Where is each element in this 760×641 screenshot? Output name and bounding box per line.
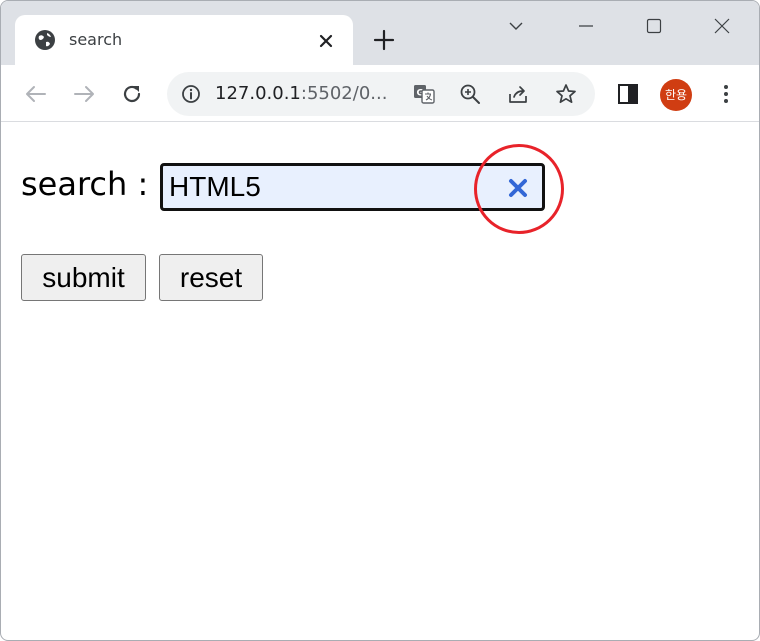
globe-icon (34, 29, 56, 51)
zoom-icon[interactable] (459, 83, 481, 105)
more-menu-icon[interactable] (713, 81, 739, 107)
new-tab-plus-icon[interactable] (373, 29, 395, 51)
url-host: 127.0.0.1 (215, 83, 301, 104)
tab-strip: search (1, 1, 759, 65)
site-info-icon[interactable] (181, 84, 201, 104)
search-label: search : (21, 165, 149, 203)
back-arrow-icon[interactable] (23, 81, 49, 107)
address-bar[interactable]: 127.0.0.1:5502/0... G (167, 72, 595, 116)
page-content: search : submit reset (1, 123, 759, 640)
reset-button[interactable]: reset (159, 254, 263, 301)
forward-arrow-icon[interactable] (71, 81, 97, 107)
tab-search-chevron-down-icon[interactable] (501, 11, 531, 41)
share-icon[interactable] (507, 83, 529, 105)
submit-button[interactable]: submit (21, 254, 146, 301)
tab-close-icon[interactable] (317, 32, 335, 50)
window-close-icon[interactable] (707, 11, 737, 41)
url-text[interactable]: 127.0.0.1:5502/0... (215, 83, 387, 104)
highlight-circle-annotation (474, 144, 564, 234)
translate-icon[interactable]: G (413, 83, 435, 105)
bookmark-star-icon[interactable] (555, 83, 577, 105)
search-input[interactable] (169, 169, 469, 205)
url-rest: :5502/0... (300, 83, 388, 104)
profile-avatar[interactable]: 한용 (660, 79, 692, 111)
browser-toolbar: 127.0.0.1:5502/0... G 한용 (1, 65, 759, 122)
minimize-icon[interactable] (571, 11, 601, 41)
tab-search[interactable]: search (15, 15, 353, 65)
maximize-icon[interactable] (639, 11, 669, 41)
browser-window: search 127.0.0.1:5502/0... G 한용 search:… (0, 0, 760, 641)
tab-title: search (69, 30, 123, 49)
side-panel-icon[interactable] (615, 81, 641, 107)
reload-icon[interactable] (119, 81, 145, 107)
